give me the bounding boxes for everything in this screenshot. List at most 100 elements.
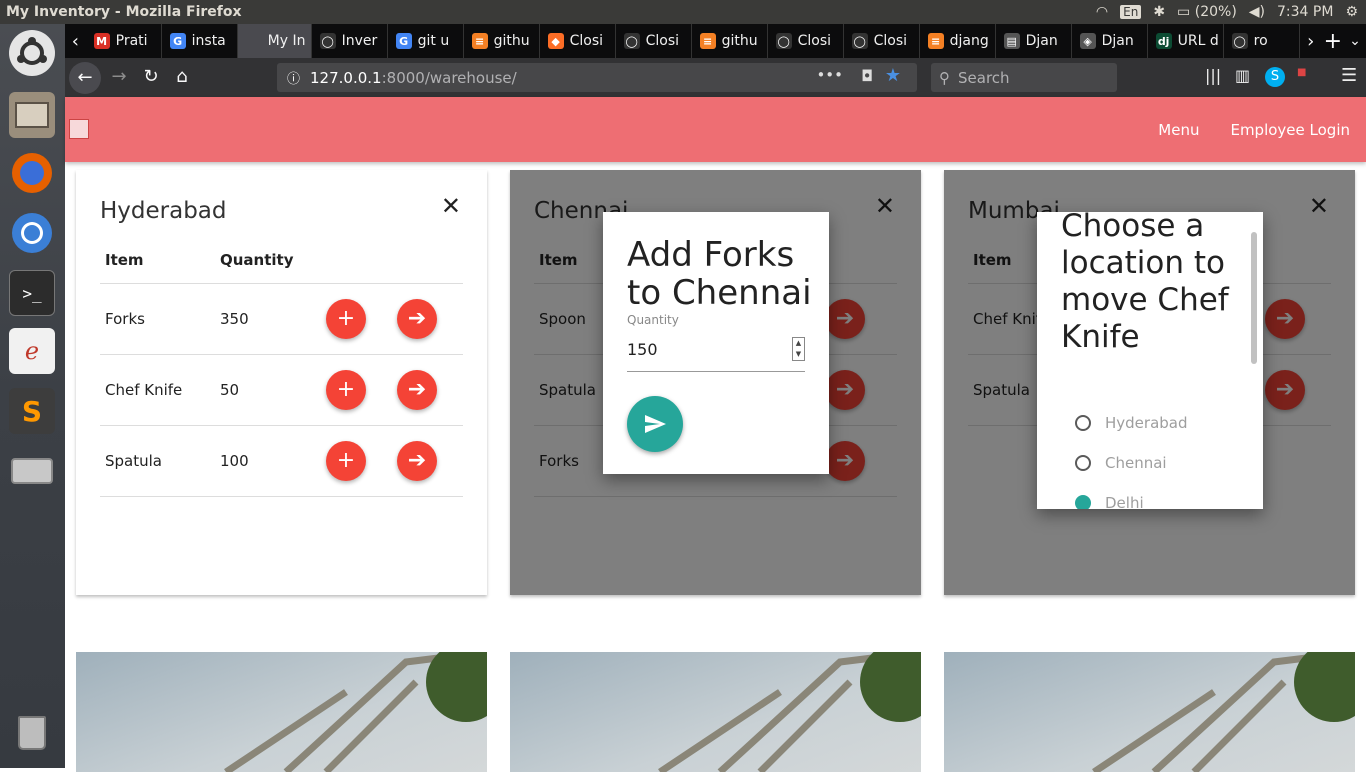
system-tray: ◠ En ✱ ▭ (20%) ◀) 7:34 PM ⚙ (1096, 0, 1358, 24)
radio-unchecked-icon (1075, 415, 1091, 431)
chromium-icon[interactable] (9, 210, 55, 256)
tab-label: Prati (116, 33, 148, 49)
submit-add-button[interactable] (627, 396, 683, 452)
battery-indicator[interactable]: ▭ (20%) (1177, 4, 1237, 20)
browser-tab[interactable]: ◯Closi (616, 24, 692, 58)
bookmark-star-icon[interactable]: ★ (885, 65, 901, 86)
language-indicator[interactable]: En (1120, 5, 1141, 19)
item-name: Spatula (100, 425, 215, 496)
back-icon[interactable]: ← (69, 62, 101, 94)
tab-favicon-icon: G (170, 33, 186, 49)
move-item-modal: Choose a location to move Chef Knife Hyd… (1037, 212, 1263, 509)
home-icon[interactable]: ⌂ (166, 66, 198, 87)
tab-favicon-icon: ◈ (1080, 33, 1096, 49)
terminal-icon[interactable]: >_ (9, 270, 55, 316)
arrow-right-icon: ➔ (408, 377, 426, 402)
column-header-quantity: Quantity (215, 238, 321, 283)
item-quantity: 100 (215, 425, 321, 496)
skype-icon[interactable]: S (1265, 67, 1285, 87)
url-bar[interactable]: ⓘ 127.0.0.1:8000/warehouse/ ••• ◘ ★ (277, 63, 917, 92)
settings-gear-icon[interactable]: ⚙ (1345, 4, 1358, 20)
radio-option-hyderabad[interactable]: Hyderabad (1075, 403, 1188, 443)
tab-favicon-icon: ▤ (1004, 33, 1020, 49)
url-host: 127.0.0.1 (310, 69, 382, 87)
forward-icon[interactable]: → (103, 66, 135, 87)
browser-tab[interactable]: ◆Closi (540, 24, 616, 58)
arrow-right-icon: ➔ (408, 306, 426, 331)
library-icon[interactable]: ||| (1205, 66, 1221, 85)
radio-option-chennai[interactable]: Chennai (1075, 443, 1188, 483)
add-item-modal: Add Forks to Chennai Quantity 150 ▲▼ (603, 212, 829, 474)
add-item-button[interactable]: + (326, 370, 366, 410)
pocket-icon[interactable]: ◘ (861, 67, 873, 85)
tab-label: git u (418, 33, 450, 49)
browser-tab[interactable]: ≡djang (920, 24, 996, 58)
browser-tab[interactable]: Ginsta (162, 24, 238, 58)
browser-tab[interactable]: ◈ Djan (1072, 24, 1148, 58)
tab-list-icon[interactable]: ⌄ (1344, 33, 1366, 49)
reload-icon[interactable]: ↻ (135, 66, 167, 87)
close-icon[interactable]: ✕ (441, 192, 461, 220)
browser-tab[interactable]: M Prati (86, 24, 162, 58)
browser-tab-bar: ‹ MPratiGinstaMy In✕◯InverGgit u≡githu◆C… (65, 24, 1366, 58)
browser-tab[interactable]: My In✕ (238, 24, 312, 58)
menu-link[interactable]: Menu (1158, 121, 1199, 139)
extension-icon[interactable]: ■ (1297, 67, 1306, 78)
tab-favicon-icon: G (396, 33, 412, 49)
ubuntu-logo-icon[interactable] (9, 30, 55, 76)
browser-tab[interactable]: ◯Inver (312, 24, 388, 58)
clock[interactable]: 7:34 PM (1277, 4, 1333, 20)
tabs-scroll-left-icon[interactable]: ‹ (65, 31, 86, 52)
quantity-stepper[interactable]: ▲▼ (792, 337, 805, 361)
bridge-photo (944, 652, 1355, 772)
bluetooth-icon[interactable]: ✱ (1153, 4, 1165, 20)
move-item-button[interactable]: ➔ (397, 370, 437, 410)
firefox-icon[interactable] (9, 150, 55, 196)
site-info-icon[interactable]: ⓘ (287, 68, 300, 87)
trash-icon[interactable] (9, 710, 55, 756)
plus-icon: + (337, 306, 355, 331)
hamburger-menu-icon[interactable]: ☰ (1341, 65, 1357, 86)
table-row: Chef Knife 50 +➔ (100, 354, 463, 425)
employee-login-link[interactable]: Employee Login (1230, 121, 1350, 139)
browser-tab[interactable]: ◯ro (1224, 24, 1300, 58)
sublime-text-icon[interactable]: S (9, 388, 55, 434)
tab-favicon-icon: ◯ (852, 33, 868, 49)
send-icon (643, 412, 667, 436)
browser-tab[interactable]: ≡githu (464, 24, 540, 58)
tab-favicon-icon: ≡ (472, 33, 488, 49)
disk-drive-icon[interactable] (9, 448, 55, 494)
document-viewer-icon[interactable]: ℯ (9, 328, 55, 374)
new-tab-icon[interactable]: + (1322, 29, 1344, 54)
app-navbar: Menu Employee Login (65, 97, 1366, 162)
sidebar-icon[interactable]: ▥ (1235, 66, 1250, 85)
move-item-button[interactable]: ➔ (397, 299, 437, 339)
modal-scrollbar[interactable] (1251, 232, 1257, 364)
tab-label: Closi (798, 33, 831, 49)
move-modal-title: Choose a location to move Chef Knife (1061, 212, 1231, 356)
volume-icon[interactable]: ◀) (1249, 4, 1265, 20)
files-icon[interactable] (9, 92, 55, 138)
search-box[interactable]: ⚲ Search (931, 63, 1117, 92)
tab-label: Djan (1102, 33, 1134, 49)
tab-favicon-icon: ◆ (548, 33, 564, 49)
tabs-scroll-right-icon[interactable]: › (1300, 31, 1322, 52)
tab-favicon-icon: M (94, 33, 110, 49)
browser-tab[interactable]: ≡githu (692, 24, 768, 58)
radio-label: Hyderabad (1105, 414, 1188, 432)
radio-option-delhi[interactable]: Delhi (1075, 483, 1188, 509)
item-quantity: 50 (215, 354, 321, 425)
tab-label: insta (192, 33, 226, 49)
add-item-button[interactable]: + (326, 299, 366, 339)
wifi-icon[interactable]: ◠ (1096, 4, 1108, 20)
browser-tab[interactable]: ▤Djan (996, 24, 1072, 58)
browser-tab[interactable]: Ggit u (388, 24, 464, 58)
page-actions-icon[interactable]: ••• (816, 66, 843, 84)
browser-tab[interactable]: ◯Closi (844, 24, 920, 58)
site-logo-icon[interactable] (69, 119, 89, 139)
move-item-button[interactable]: ➔ (397, 441, 437, 481)
browser-tab[interactable]: djURL d (1148, 24, 1224, 58)
add-item-button[interactable]: + (326, 441, 366, 481)
browser-tab[interactable]: ◯Closi (768, 24, 844, 58)
quantity-input[interactable]: 150 ▲▼ (627, 334, 805, 372)
